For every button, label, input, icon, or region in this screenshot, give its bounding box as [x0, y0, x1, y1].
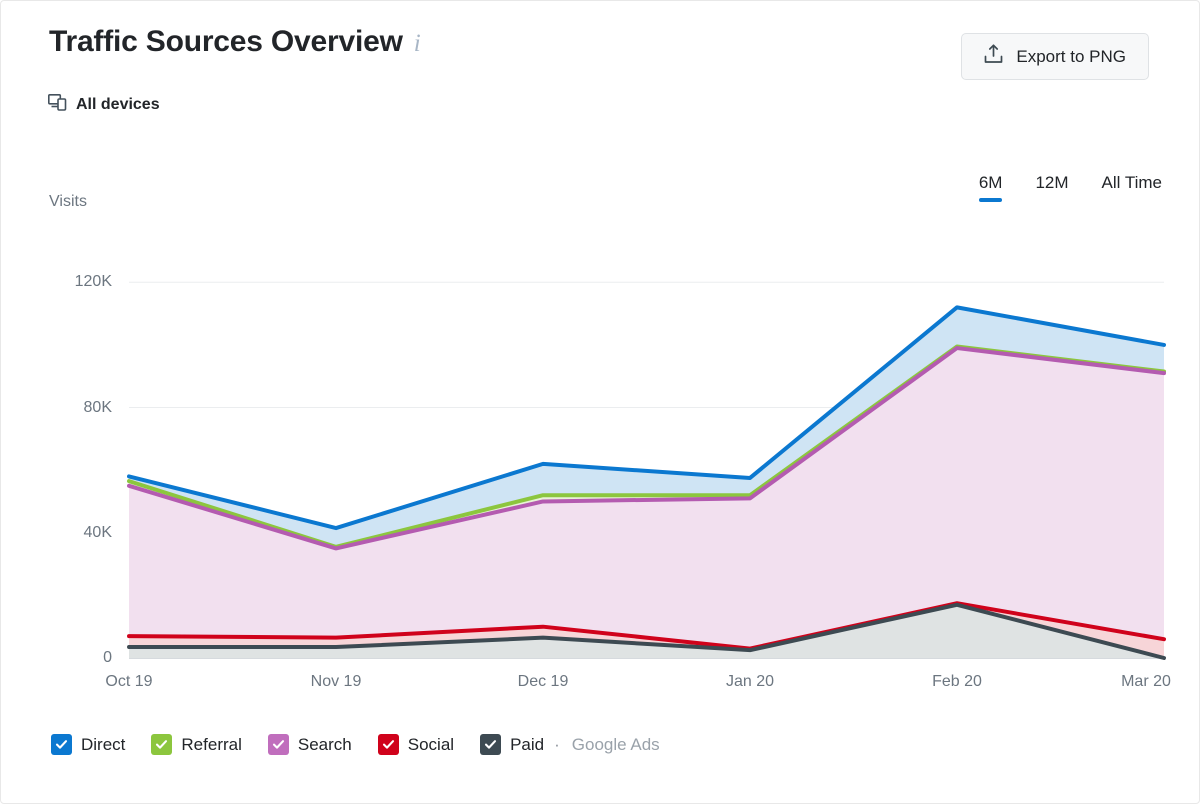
legend-item-search[interactable]: Search: [267, 734, 352, 755]
chart-plot-area[interactable]: [129, 251, 1164, 658]
legend-label: Direct: [81, 734, 126, 754]
legend-item-social[interactable]: Social: [377, 734, 455, 755]
legend-item-referral[interactable]: Referral: [151, 734, 242, 755]
legend-label: Referral: [181, 734, 242, 754]
stacked-area-chart: [129, 251, 1164, 658]
chart-legend: Direct Referral Search Social Paid · Google Ad…: [51, 734, 660, 755]
y-tick-label: 0: [103, 649, 112, 666]
check-icon: [55, 740, 68, 749]
check-icon: [382, 740, 394, 749]
time-range-tabs: 6M 12M All Time: [978, 173, 1162, 206]
check-icon: [272, 740, 284, 749]
legend-sublabel-google-ads: Google Ads: [571, 734, 660, 754]
x-tick-label: Feb 20: [932, 673, 982, 690]
range-tab-all-time[interactable]: All Time: [1102, 173, 1162, 206]
x-tick-label: Oct 19: [105, 673, 153, 690]
legend-checkbox-direct[interactable]: [51, 734, 72, 755]
export-button-label: Export to PNG: [1016, 46, 1126, 66]
x-tick-label: Dec 19: [517, 673, 569, 690]
legend-checkbox-paid[interactable]: [480, 734, 502, 755]
x-tick-label: Mar 20: [1121, 673, 1171, 690]
traffic-sources-widget: Traffic Sources Overview i All devices E…: [0, 0, 1200, 804]
legend-item-direct[interactable]: Direct: [51, 734, 125, 755]
legend-checkbox-referral[interactable]: [151, 734, 173, 755]
x-tick-label: Nov 19: [310, 673, 362, 690]
y-tick-label: 80K: [83, 398, 112, 416]
legend-separator: ·: [554, 734, 560, 754]
range-tab-6m[interactable]: 6M: [978, 173, 1002, 206]
check-icon: [156, 740, 168, 749]
legend-item-paid[interactable]: Paid: [480, 734, 544, 755]
legend-label: Social: [407, 734, 455, 754]
range-tab-12m[interactable]: 12M: [1035, 173, 1068, 206]
check-icon: [485, 740, 497, 749]
x-tick-label: Jan 20: [725, 673, 775, 690]
info-icon[interactable]: i: [414, 31, 421, 56]
export-to-png-button[interactable]: Export to PNG: [961, 33, 1149, 80]
legend-checkbox-search[interactable]: [267, 734, 289, 755]
legend-checkbox-social[interactable]: [377, 734, 399, 755]
legend-label: Paid: [510, 734, 545, 754]
legend-label: Search: [297, 734, 352, 754]
y-tick-label: 120K: [74, 273, 112, 291]
export-upload-icon: [984, 44, 1003, 69]
y-tick-label: 40K: [83, 523, 112, 541]
